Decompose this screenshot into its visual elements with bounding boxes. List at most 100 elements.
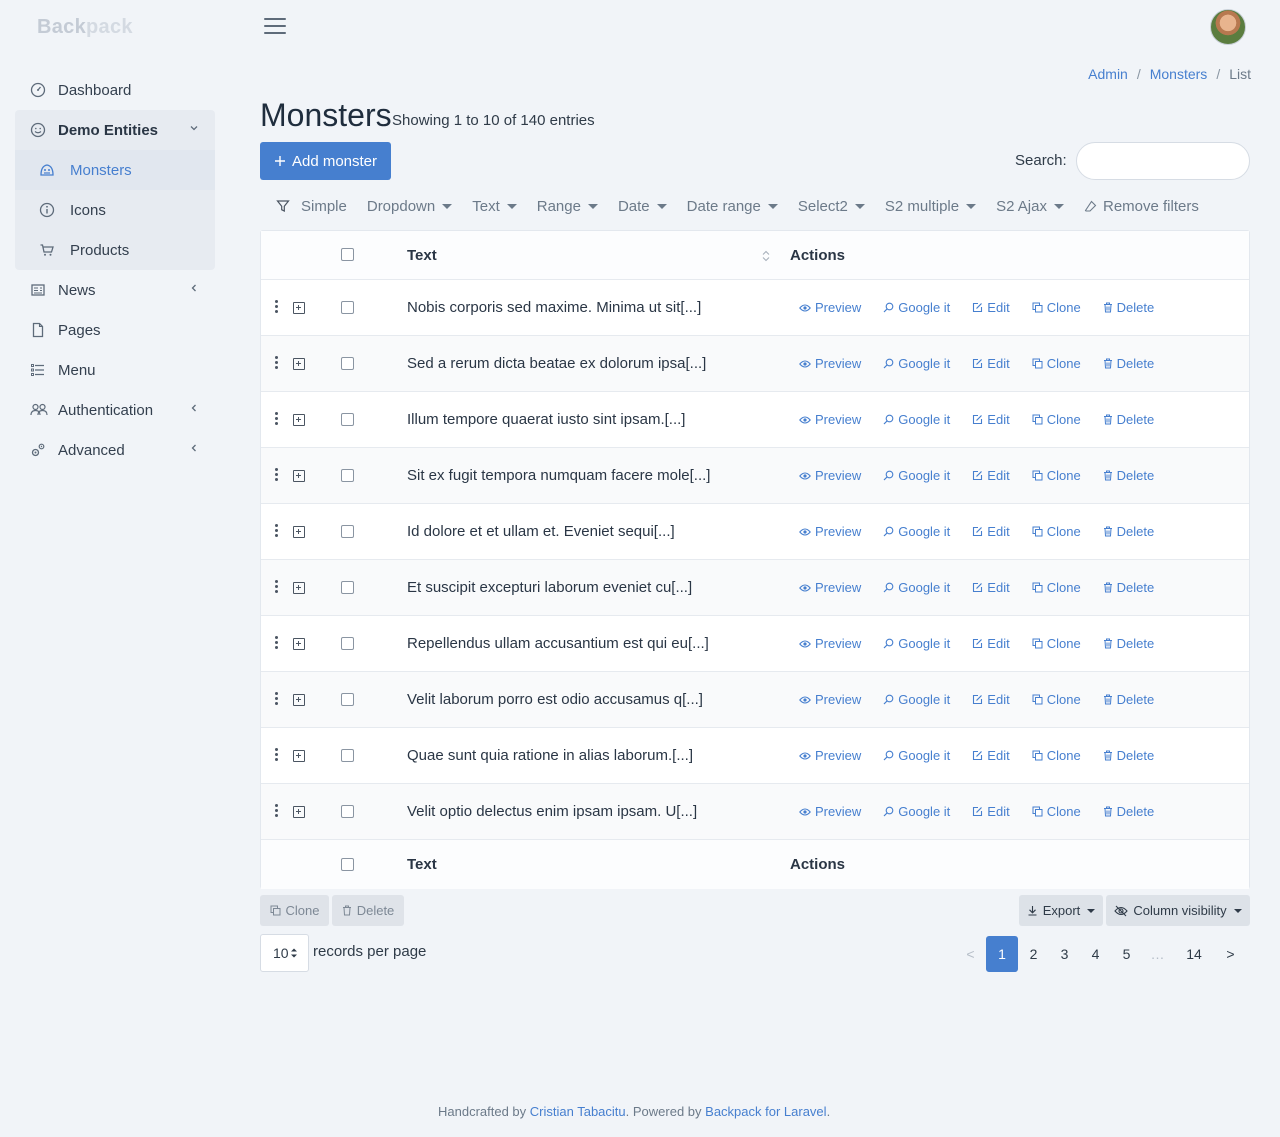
edit-link[interactable]: Edit <box>972 468 1010 483</box>
user-avatar[interactable] <box>1210 9 1246 45</box>
delete-link[interactable]: Delete <box>1103 580 1154 595</box>
edit-link[interactable]: Edit <box>972 580 1010 595</box>
brand-logo[interactable]: Backpack <box>37 16 133 39</box>
edit-link[interactable]: Edit <box>972 524 1010 539</box>
filter-range[interactable]: Range <box>537 198 598 215</box>
row-expand-icon[interactable] <box>293 357 305 370</box>
edit-link[interactable]: Edit <box>972 692 1010 707</box>
pagination-next[interactable]: > <box>1215 936 1246 972</box>
edit-link[interactable]: Edit <box>972 636 1010 651</box>
delete-link[interactable]: Delete <box>1103 692 1154 707</box>
row-menu-dots-icon[interactable] <box>275 524 278 539</box>
filter-date[interactable]: Date <box>618 198 667 215</box>
row-menu-dots-icon[interactable] <box>275 804 278 819</box>
pagination-page-5[interactable]: 5 <box>1111 936 1142 972</box>
edit-link[interactable]: Edit <box>972 748 1010 763</box>
row-checkbox[interactable] <box>341 524 354 538</box>
sort-icon[interactable] <box>761 249 771 263</box>
clone-link[interactable]: Clone <box>1032 412 1081 427</box>
google-it-link[interactable]: Google it <box>883 300 950 315</box>
google-it-link[interactable]: Google it <box>883 636 950 651</box>
edit-link[interactable]: Edit <box>972 412 1010 427</box>
row-checkbox[interactable] <box>341 748 354 762</box>
sidebar-item-products[interactable]: Products <box>15 230 215 270</box>
row-expand-icon[interactable] <box>293 693 305 706</box>
delete-link[interactable]: Delete <box>1103 524 1154 539</box>
preview-link[interactable]: Preview <box>799 804 861 819</box>
sidebar-item-menu[interactable]: Menu <box>15 350 215 390</box>
preview-link[interactable]: Preview <box>799 692 861 707</box>
preview-link[interactable]: Preview <box>799 580 861 595</box>
delete-link[interactable]: Delete <box>1103 804 1154 819</box>
filter-select2[interactable]: Select2 <box>798 198 865 215</box>
preview-link[interactable]: Preview <box>799 412 861 427</box>
row-menu-dots-icon[interactable] <box>275 412 278 427</box>
preview-link[interactable]: Preview <box>799 356 861 371</box>
search-input[interactable] <box>1076 142 1250 180</box>
edit-link[interactable]: Edit <box>972 356 1010 371</box>
row-menu-dots-icon[interactable] <box>275 636 278 651</box>
clone-link[interactable]: Clone <box>1032 804 1081 819</box>
clone-link[interactable]: Clone <box>1032 524 1081 539</box>
google-it-link[interactable]: Google it <box>883 524 950 539</box>
export-button[interactable]: Export <box>1019 895 1103 926</box>
row-expand-icon[interactable] <box>293 301 305 314</box>
google-it-link[interactable]: Google it <box>883 580 950 595</box>
bulk-delete-button[interactable]: Delete <box>332 895 404 926</box>
preview-link[interactable]: Preview <box>799 468 861 483</box>
row-menu-dots-icon[interactable] <box>275 692 278 707</box>
remove-filters-button[interactable]: Remove filters <box>1084 198 1199 215</box>
row-menu-dots-icon[interactable] <box>275 748 278 763</box>
add-monster-button[interactable]: Add monster <box>260 142 391 180</box>
row-expand-icon[interactable] <box>293 581 305 594</box>
sidebar-item-icons[interactable]: Icons <box>15 190 215 230</box>
bulk-clone-button[interactable]: Clone <box>260 895 329 926</box>
delete-link[interactable]: Delete <box>1103 300 1154 315</box>
preview-link[interactable]: Preview <box>799 748 861 763</box>
sidebar-item-authentication[interactable]: Authentication <box>15 390 215 430</box>
row-checkbox[interactable] <box>341 300 354 314</box>
sidebar-item-demo-entities[interactable]: Demo Entities <box>15 110 215 150</box>
clone-link[interactable]: Clone <box>1032 468 1081 483</box>
clone-link[interactable]: Clone <box>1032 636 1081 651</box>
google-it-link[interactable]: Google it <box>883 804 950 819</box>
preview-link[interactable]: Preview <box>799 636 861 651</box>
clone-link[interactable]: Clone <box>1032 748 1081 763</box>
delete-link[interactable]: Delete <box>1103 412 1154 427</box>
sidebar-item-dashboard[interactable]: Dashboard <box>15 70 215 110</box>
filter-s2-multiple[interactable]: S2 multiple <box>885 198 977 215</box>
delete-link[interactable]: Delete <box>1103 468 1154 483</box>
row-checkbox[interactable] <box>341 636 354 650</box>
row-menu-dots-icon[interactable] <box>275 356 278 371</box>
footer-author-link[interactable]: Cristian Tabacitu <box>530 1104 626 1119</box>
row-menu-dots-icon[interactable] <box>275 580 278 595</box>
google-it-link[interactable]: Google it <box>883 356 950 371</box>
google-it-link[interactable]: Google it <box>883 468 950 483</box>
sidebar-item-monsters[interactable]: Monsters <box>15 150 215 190</box>
sidebar-item-news[interactable]: News <box>15 270 215 310</box>
breadcrumb-admin[interactable]: Admin <box>1088 66 1128 82</box>
row-menu-dots-icon[interactable] <box>275 468 278 483</box>
pagination-page-4[interactable]: 4 <box>1080 936 1111 972</box>
google-it-link[interactable]: Google it <box>883 692 950 707</box>
row-checkbox[interactable] <box>341 580 354 594</box>
row-expand-icon[interactable] <box>293 525 305 538</box>
edit-link[interactable]: Edit <box>972 804 1010 819</box>
sidebar-item-pages[interactable]: Pages <box>15 310 215 350</box>
pagination-page-2[interactable]: 2 <box>1018 936 1049 972</box>
sidebar-toggle-menu-icon[interactable] <box>264 18 286 36</box>
select-all-checkbox[interactable] <box>341 248 354 261</box>
edit-link[interactable]: Edit <box>972 300 1010 315</box>
row-checkbox[interactable] <box>341 692 354 706</box>
row-expand-icon[interactable] <box>293 749 305 762</box>
pagination-page-14[interactable]: 14 <box>1173 936 1215 972</box>
google-it-link[interactable]: Google it <box>883 748 950 763</box>
breadcrumb-monsters[interactable]: Monsters <box>1150 66 1208 82</box>
delete-link[interactable]: Delete <box>1103 356 1154 371</box>
delete-link[interactable]: Delete <box>1103 636 1154 651</box>
row-expand-icon[interactable] <box>293 637 305 650</box>
footer-powered-link[interactable]: Backpack for Laravel <box>705 1104 826 1119</box>
delete-link[interactable]: Delete <box>1103 748 1154 763</box>
clone-link[interactable]: Clone <box>1032 300 1081 315</box>
clone-link[interactable]: Clone <box>1032 580 1081 595</box>
